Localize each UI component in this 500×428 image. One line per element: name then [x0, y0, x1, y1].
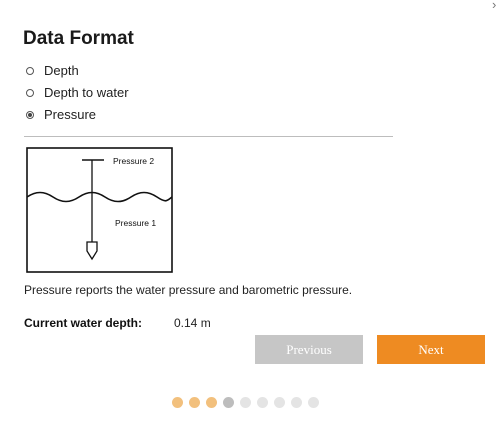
pressure-sensor-diagram: Pressure 2 Pressure 1 — [26, 147, 173, 273]
radio-option-depth[interactable]: Depth — [26, 63, 79, 78]
format-description: Pressure reports the water pressure and … — [24, 283, 353, 297]
step-indicator — [172, 397, 325, 408]
step-dot[interactable] — [291, 397, 302, 408]
radio-option-depth-to-water[interactable]: Depth to water — [26, 85, 129, 100]
step-dot[interactable] — [189, 397, 200, 408]
current-depth-value: 0.14 m — [174, 316, 211, 330]
current-depth-label: Current water depth: — [24, 316, 143, 330]
radio-option-pressure[interactable]: Pressure — [26, 107, 96, 122]
chevron-right-icon[interactable]: › — [492, 0, 496, 12]
radio-button[interactable] — [26, 88, 34, 97]
next-button[interactable]: Next — [377, 335, 485, 364]
step-dot[interactable] — [240, 397, 251, 408]
step-dot[interactable] — [257, 397, 268, 408]
pressure-2-label: Pressure 2 — [113, 156, 154, 166]
section-divider — [24, 136, 393, 137]
step-dot[interactable] — [308, 397, 319, 408]
radio-option-label: Pressure — [44, 107, 97, 122]
step-dot[interactable] — [172, 397, 183, 408]
step-dot[interactable] — [206, 397, 217, 408]
radio-button[interactable] — [26, 66, 34, 75]
radio-button-selected[interactable] — [26, 110, 34, 119]
step-dot[interactable] — [274, 397, 285, 408]
radio-option-label: Depth — [44, 63, 79, 78]
pressure-1-label: Pressure 1 — [115, 218, 156, 228]
step-dot[interactable] — [223, 397, 234, 408]
radio-option-label: Depth to water — [44, 85, 129, 100]
previous-button[interactable]: Previous — [255, 335, 363, 364]
page-title: Data Format — [23, 28, 134, 49]
diagram-frame — [26, 147, 173, 273]
